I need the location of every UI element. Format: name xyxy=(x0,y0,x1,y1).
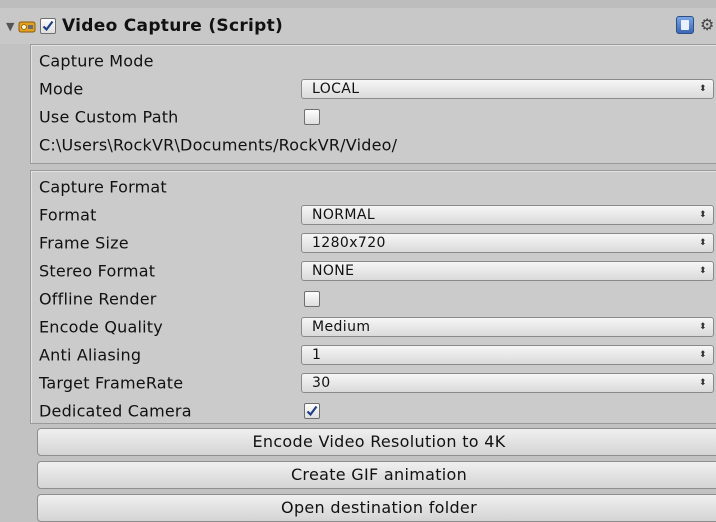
stereo-format-label: Stereo Format xyxy=(39,261,156,281)
anti-aliasing-value: 1 xyxy=(312,347,322,363)
use-custom-path-checkbox[interactable] xyxy=(304,109,320,125)
use-custom-path-label: Use Custom Path xyxy=(39,107,179,127)
capture-format-header-row: Capture Format xyxy=(31,173,716,201)
use-custom-path-row: Use Custom Path xyxy=(31,103,716,131)
mode-value: LOCAL xyxy=(312,81,360,97)
checkmark-icon xyxy=(306,405,318,417)
dropdown-arrow-icon: ⬍ xyxy=(699,266,707,276)
component-enabled-checkbox[interactable] xyxy=(40,18,56,34)
encode-quality-label: Encode Quality xyxy=(39,317,163,337)
dedicated-camera-label: Dedicated Camera xyxy=(39,401,192,421)
component-title: Video Capture (Script) xyxy=(62,16,284,36)
encode-quality-dropdown[interactable]: Medium ⬍ xyxy=(301,317,714,337)
stereo-format-value: NONE xyxy=(312,263,355,279)
mode-label: Mode xyxy=(39,79,84,99)
dropdown-arrow-icon: ⬍ xyxy=(699,210,707,220)
gear-icon[interactable]: ⚙ xyxy=(700,16,714,34)
anti-aliasing-dropdown[interactable]: 1 ⬍ xyxy=(301,345,714,365)
stereo-format-dropdown[interactable]: NONE ⬍ xyxy=(301,261,714,281)
capture-format-group: Capture Format Format NORMAL ⬍ Frame Siz… xyxy=(30,170,716,424)
offline-render-checkbox[interactable] xyxy=(304,291,320,307)
capture-format-header: Capture Format xyxy=(39,177,167,197)
format-dropdown[interactable]: NORMAL ⬍ xyxy=(301,205,714,225)
help-book-icon[interactable] xyxy=(676,16,694,34)
target-framerate-row: Target FrameRate 30 ⬍ xyxy=(31,369,716,397)
output-path-text: C:\Users\RockVR\Documents/RockVR/Video/ xyxy=(39,135,398,155)
mode-row: Mode LOCAL ⬍ xyxy=(31,75,716,103)
target-framerate-value: 30 xyxy=(312,375,331,391)
dropdown-arrow-icon: ⬍ xyxy=(699,350,707,360)
encode-quality-row: Encode Quality Medium ⬍ xyxy=(31,313,716,341)
dropdown-arrow-icon: ⬍ xyxy=(699,378,707,388)
anti-aliasing-label: Anti Aliasing xyxy=(39,345,142,365)
target-framerate-dropdown[interactable]: 30 ⬍ xyxy=(301,373,714,393)
encode-4k-button[interactable]: Encode Video Resolution to 4K xyxy=(37,428,716,456)
frame-size-dropdown[interactable]: 1280x720 ⬍ xyxy=(301,233,714,253)
path-row: C:\Users\RockVR\Documents/RockVR/Video/ xyxy=(31,131,716,159)
script-component-icon xyxy=(18,17,36,35)
dropdown-arrow-icon: ⬍ xyxy=(699,322,707,332)
encode-quality-value: Medium xyxy=(312,319,371,335)
format-label: Format xyxy=(39,205,97,225)
frame-size-value: 1280x720 xyxy=(312,235,386,251)
capture-mode-header: Capture Mode xyxy=(39,51,154,71)
dropdown-arrow-icon: ⬍ xyxy=(699,238,707,248)
dedicated-camera-row: Dedicated Camera xyxy=(31,397,716,425)
stereo-format-row: Stereo Format NONE ⬍ xyxy=(31,257,716,285)
frame-size-label: Frame Size xyxy=(39,233,129,253)
offline-render-label: Offline Render xyxy=(39,289,157,309)
capture-mode-group: Capture Mode Mode LOCAL ⬍ Use Custom Pat… xyxy=(30,44,716,164)
foldout-triangle-icon[interactable]: ▼ xyxy=(6,20,16,33)
anti-aliasing-row: Anti Aliasing 1 ⬍ xyxy=(31,341,716,369)
dropdown-arrow-icon: ⬍ xyxy=(699,84,707,94)
offline-render-row: Offline Render xyxy=(31,285,716,313)
dedicated-camera-checkbox[interactable] xyxy=(304,403,320,419)
open-destination-folder-button[interactable]: Open destination folder xyxy=(37,494,716,522)
target-framerate-label: Target FrameRate xyxy=(39,373,184,393)
mode-dropdown[interactable]: LOCAL ⬍ xyxy=(301,79,714,99)
capture-mode-header-row: Capture Mode xyxy=(31,47,716,75)
component-header[interactable]: ▼ Video Capture (Script) ⚙ xyxy=(0,8,716,44)
format-row: Format NORMAL ⬍ xyxy=(31,201,716,229)
format-value: NORMAL xyxy=(312,207,376,223)
create-gif-button[interactable]: Create GIF animation xyxy=(37,461,716,489)
frame-size-row: Frame Size 1280x720 ⬍ xyxy=(31,229,716,257)
